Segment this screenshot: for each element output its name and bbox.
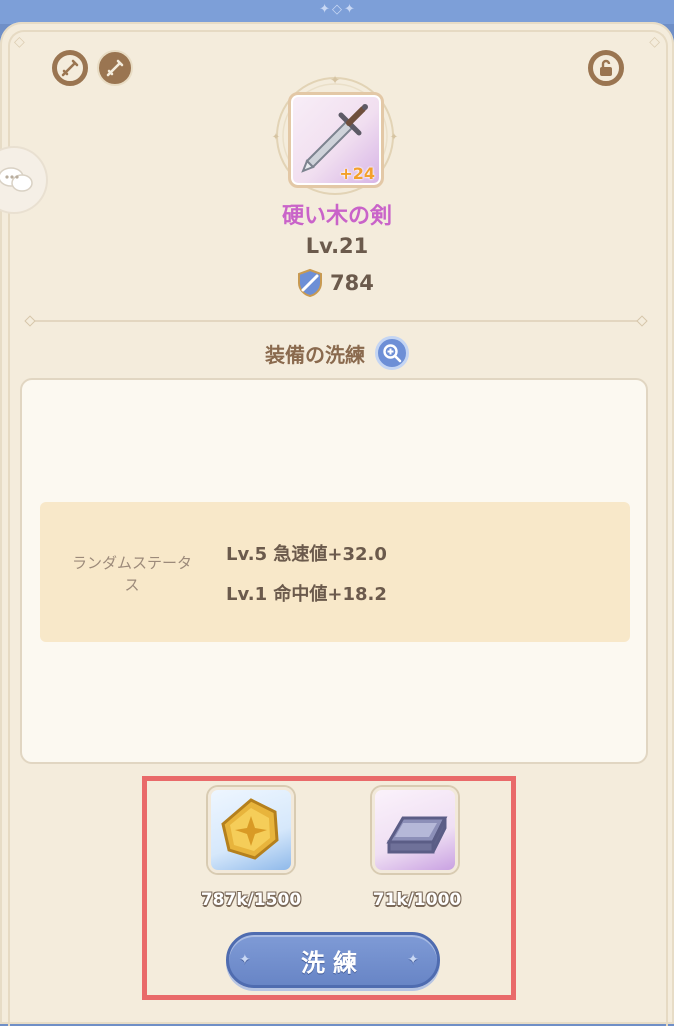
- svg-text:✦: ✦: [330, 74, 340, 87]
- magnify-plus-icon[interactable]: [375, 336, 409, 370]
- section-title: 装備の洗練: [265, 342, 365, 367]
- section-header: 装備の洗練: [0, 336, 674, 370]
- sword-icon[interactable]: [97, 50, 133, 86]
- material-count-coin: 787k/1500: [200, 890, 302, 910]
- lock-ring-icon[interactable]: [588, 50, 624, 86]
- stat-line-1: Lv.5 急速値+32.0: [226, 544, 387, 565]
- power-value: 784: [330, 271, 374, 295]
- button-star-icon: ✦: [239, 952, 259, 968]
- random-status-label: ランダムステータス: [71, 554, 192, 594]
- enhance-level: +24: [339, 164, 375, 183]
- divider: [24, 315, 648, 327]
- sword-ring-icon[interactable]: [52, 50, 88, 86]
- item-name: 硬い木の剣: [281, 204, 392, 229]
- item-frame: +24: [288, 92, 384, 188]
- top-ornament-icon: ✦◇✦: [319, 2, 357, 17]
- gold-coin-icon: [221, 798, 279, 860]
- corner-ornament-icon: ◇: [14, 34, 25, 50]
- stats-panel: ランダムステータス Lv.5 急速値+32.0 Lv.1 命中値+18.2: [20, 378, 648, 764]
- material-slot-coin[interactable]: [208, 787, 294, 873]
- corner-ornament-icon: ◇: [649, 34, 660, 50]
- refine-button-label: 洗練: [301, 948, 365, 977]
- item-display[interactable]: ✦ ✦ ✦ +24: [266, 74, 404, 208]
- refine-button[interactable]: ✦ 洗練 ✦: [226, 932, 440, 988]
- item-level: Lv.21: [305, 234, 369, 258]
- iron-ingot-icon: [386, 816, 448, 854]
- stat-line-2: Lv.1 命中値+18.2: [226, 584, 387, 605]
- svg-text:✦: ✦: [390, 132, 398, 143]
- material-count-ingot: 71k/1000: [372, 890, 462, 910]
- random-status-band: ランダムステータス Lv.5 急速値+32.0 Lv.1 命中値+18.2: [40, 502, 630, 642]
- svg-text:✦: ✦: [272, 132, 280, 143]
- top-band: ✦◇✦: [0, 0, 674, 24]
- power-row: 784: [296, 268, 374, 298]
- shield-sword-icon: [298, 268, 322, 298]
- button-star-icon: ✦: [407, 952, 427, 968]
- material-slot-ingot[interactable]: [372, 787, 458, 873]
